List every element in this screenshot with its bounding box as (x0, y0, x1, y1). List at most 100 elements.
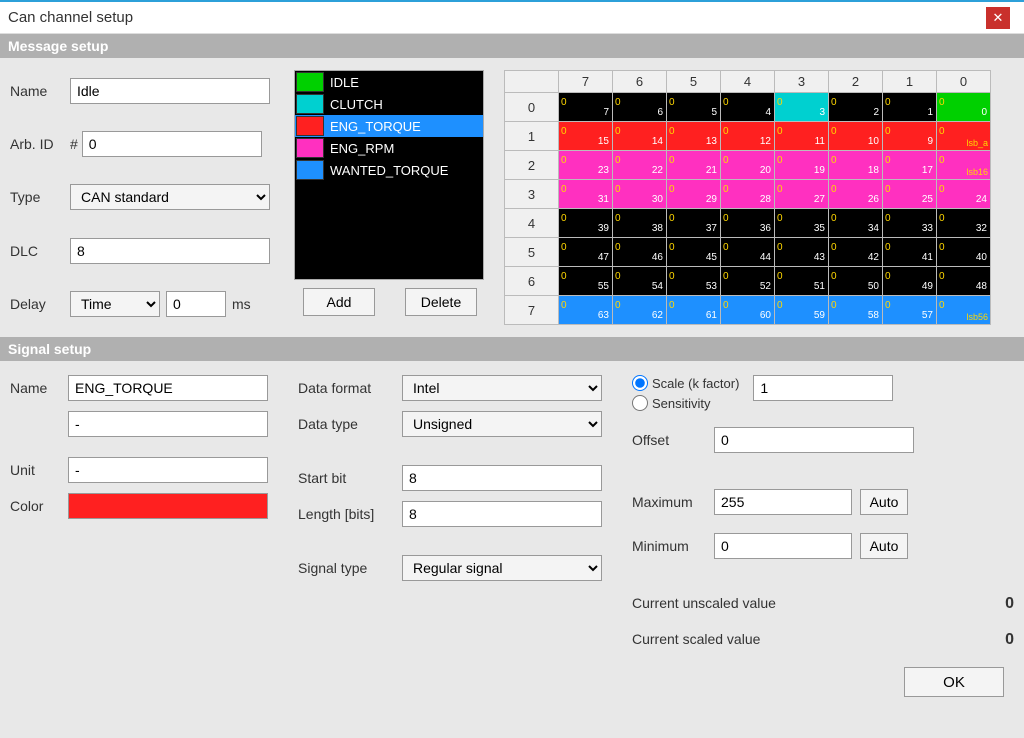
bit-cell[interactable]: 028 (721, 180, 775, 209)
bit-cell[interactable]: 06 (613, 93, 667, 122)
dlc-input[interactable] (70, 238, 270, 264)
bit-cell[interactable]: 014 (613, 122, 667, 151)
bit-cell[interactable]: 027 (775, 180, 829, 209)
maximum-input[interactable] (714, 489, 852, 515)
bit-cell[interactable]: 022 (613, 151, 667, 180)
signal-item[interactable]: ENG_RPM (295, 137, 483, 159)
bit-cell[interactable]: 042 (829, 238, 883, 267)
bit-cell[interactable]: 060 (721, 296, 775, 325)
bit-cell[interactable]: 012 (721, 122, 775, 151)
message-name-input[interactable] (70, 78, 270, 104)
bit-cell[interactable]: 032 (937, 209, 991, 238)
bit-cell[interactable]: 08lsb_a (937, 122, 991, 151)
bit-cell[interactable]: 031 (559, 180, 613, 209)
sensitivity-radio[interactable] (632, 395, 648, 411)
bit-cell[interactable]: 019 (775, 151, 829, 180)
bit-cell[interactable]: 040 (937, 238, 991, 267)
bit-cell[interactable]: 041 (883, 238, 937, 267)
message-fields: Name Arb. ID # Type CAN standard DLC Del… (10, 70, 280, 325)
bit-cell[interactable]: 034 (829, 209, 883, 238)
start-bit-input[interactable] (402, 465, 602, 491)
bit-cell[interactable]: 035 (775, 209, 829, 238)
bit-cell[interactable]: 033 (883, 209, 937, 238)
bit-cell[interactable]: 051 (775, 267, 829, 296)
bit-cell[interactable]: 058 (829, 296, 883, 325)
bit-row-header: 5 (505, 238, 559, 267)
signal-name-input[interactable] (68, 375, 268, 401)
bit-cell[interactable]: 048 (937, 267, 991, 296)
bit-cell[interactable]: 046 (613, 238, 667, 267)
bit-cell[interactable]: 010 (829, 122, 883, 151)
bit-cell[interactable]: 036 (721, 209, 775, 238)
bit-cell[interactable]: 016lsb16 (937, 151, 991, 180)
arbid-input[interactable] (82, 131, 262, 157)
signal-name2-input[interactable] (68, 411, 268, 437)
scale-radio[interactable] (632, 375, 648, 391)
ok-button[interactable]: OK (904, 667, 1004, 697)
delay-value-input[interactable] (166, 291, 226, 317)
bit-cell[interactable]: 055 (559, 267, 613, 296)
bit-cell[interactable]: 018 (829, 151, 883, 180)
bit-cell[interactable]: 030 (613, 180, 667, 209)
bit-cell[interactable]: 020 (721, 151, 775, 180)
close-button[interactable]: ✕ (986, 7, 1010, 29)
bit-cell[interactable]: 03 (775, 93, 829, 122)
bit-cell[interactable]: 061 (667, 296, 721, 325)
bit-cell[interactable]: 047 (559, 238, 613, 267)
signal-type-select[interactable]: Regular signal (402, 555, 602, 581)
bit-cell[interactable]: 00 (937, 93, 991, 122)
bit-cell[interactable]: 045 (667, 238, 721, 267)
offset-input[interactable] (714, 427, 914, 453)
bit-cell[interactable]: 050 (829, 267, 883, 296)
bit-cell[interactable]: 01 (883, 93, 937, 122)
bit-cell[interactable]: 017 (883, 151, 937, 180)
bit-cell[interactable]: 057 (883, 296, 937, 325)
color-picker[interactable] (68, 493, 268, 519)
length-input[interactable] (402, 501, 602, 527)
bit-cell[interactable]: 011 (775, 122, 829, 151)
bit-cell[interactable]: 038 (613, 209, 667, 238)
scale-value-input[interactable] (753, 375, 893, 401)
bit-cell[interactable]: 049 (883, 267, 937, 296)
bit-cell[interactable]: 052 (721, 267, 775, 296)
signal-item[interactable]: CLUTCH (295, 93, 483, 115)
bit-cell[interactable]: 063 (559, 296, 613, 325)
delay-mode-select[interactable]: Time (70, 291, 160, 317)
bit-cell[interactable]: 059 (775, 296, 829, 325)
signal-listbox[interactable]: IDLECLUTCHENG_TORQUEENG_RPMWANTED_TORQUE (294, 70, 484, 280)
data-type-select[interactable]: Unsigned (402, 411, 602, 437)
delete-signal-button[interactable]: Delete (405, 288, 477, 316)
bit-cell[interactable]: 015 (559, 122, 613, 151)
unit-input[interactable] (68, 457, 268, 483)
bit-cell[interactable]: 025 (883, 180, 937, 209)
signal-item[interactable]: IDLE (295, 71, 483, 93)
add-signal-button[interactable]: Add (303, 288, 375, 316)
bit-grid[interactable]: 7654321000706050403020100101501401301201… (504, 70, 991, 325)
bit-cell[interactable]: 026 (829, 180, 883, 209)
bit-cell[interactable]: 024 (937, 180, 991, 209)
maximum-auto-button[interactable]: Auto (860, 489, 908, 515)
bit-cell[interactable]: 056lsb56 (937, 296, 991, 325)
bit-cell[interactable]: 037 (667, 209, 721, 238)
bit-cell[interactable]: 013 (667, 122, 721, 151)
bit-cell[interactable]: 043 (775, 238, 829, 267)
signal-item[interactable]: WANTED_TORQUE (295, 159, 483, 181)
signal-item[interactable]: ENG_TORQUE (295, 115, 483, 137)
bit-cell[interactable]: 07 (559, 93, 613, 122)
bit-cell[interactable]: 04 (721, 93, 775, 122)
bit-cell[interactable]: 05 (667, 93, 721, 122)
minimum-input[interactable] (714, 533, 852, 559)
bit-cell[interactable]: 062 (613, 296, 667, 325)
bit-cell[interactable]: 021 (667, 151, 721, 180)
bit-cell[interactable]: 053 (667, 267, 721, 296)
bit-cell[interactable]: 09 (883, 122, 937, 151)
bit-cell[interactable]: 054 (613, 267, 667, 296)
bit-cell[interactable]: 023 (559, 151, 613, 180)
data-format-select[interactable]: Intel (402, 375, 602, 401)
type-select[interactable]: CAN standard (70, 184, 270, 210)
bit-cell[interactable]: 039 (559, 209, 613, 238)
bit-cell[interactable]: 029 (667, 180, 721, 209)
bit-cell[interactable]: 02 (829, 93, 883, 122)
minimum-auto-button[interactable]: Auto (860, 533, 908, 559)
bit-cell[interactable]: 044 (721, 238, 775, 267)
